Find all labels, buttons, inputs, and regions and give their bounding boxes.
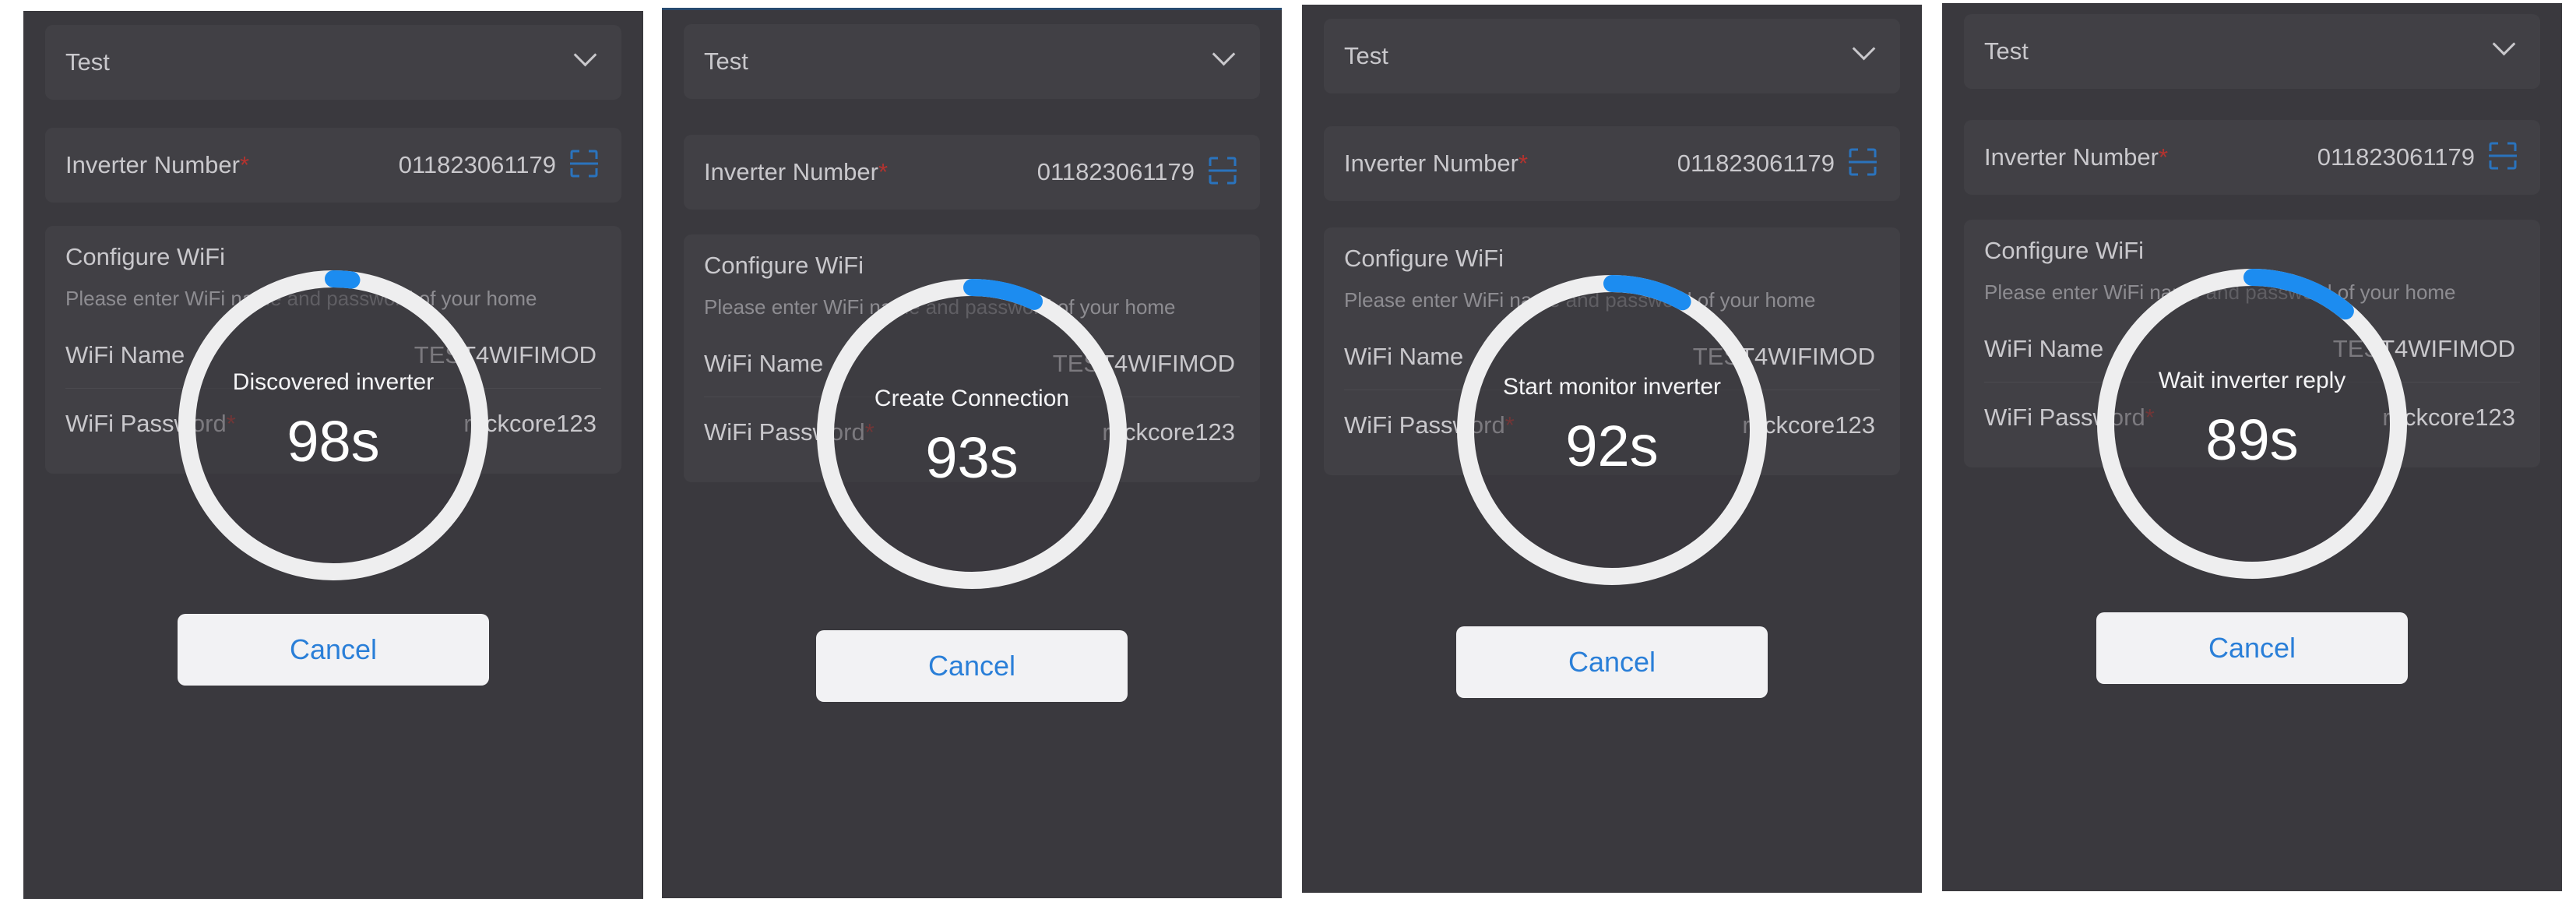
status-text: Start monitor inverter xyxy=(1502,374,1722,400)
required-mark: * xyxy=(878,158,889,185)
inverter-number-row: Inverter Number* 011823061179 xyxy=(45,128,621,203)
chevron-down-icon xyxy=(1212,42,1236,66)
inverter-number-row: Inverter Number* 011823061179 xyxy=(1964,120,2540,195)
device-select[interactable]: Test xyxy=(45,25,621,100)
inverter-number-label: Inverter Number xyxy=(704,158,878,185)
inverter-number-label: Inverter Number xyxy=(65,151,240,178)
wifi-name-label: WiFi Name xyxy=(65,341,185,368)
cancel-button[interactable]: Cancel xyxy=(2096,612,2408,684)
inverter-number-value: 011823061179 xyxy=(2317,143,2475,171)
wifi-name-label: WiFi Name xyxy=(1984,335,2104,362)
progress-dialog: Start monitor inverter 92s xyxy=(1456,274,1768,586)
device-select[interactable]: Test xyxy=(1964,14,2540,89)
scan-icon[interactable] xyxy=(1207,155,1238,186)
device-select-value: Test xyxy=(65,48,110,76)
status-text: Discovered inverter xyxy=(232,369,435,395)
configure-wifi-title: Configure WiFi xyxy=(1984,237,2144,264)
countdown-timer: 89s xyxy=(2205,407,2299,472)
chevron-down-icon xyxy=(1852,37,1876,61)
chevron-down-icon xyxy=(573,43,597,67)
inverter-number-row: Inverter Number* 011823061179 xyxy=(684,135,1260,210)
required-mark: * xyxy=(1518,150,1529,177)
progress-dialog: Wait inverter reply 89s xyxy=(2096,268,2408,580)
scan-icon[interactable] xyxy=(2487,140,2518,171)
progress-dialog: Discovered inverter 98s xyxy=(178,270,489,581)
required-mark: * xyxy=(2158,143,2169,171)
scan-icon[interactable] xyxy=(568,148,600,179)
screen-2: Test Inverter Number* 011823061179 Confi… xyxy=(662,8,1282,898)
inverter-number-value: 011823061179 xyxy=(1677,150,1835,177)
device-select-value: Test xyxy=(704,48,748,75)
configure-wifi-title: Configure WiFi xyxy=(1344,245,1504,272)
wifi-name-label: WiFi Name xyxy=(1344,343,1464,370)
countdown-timer: 98s xyxy=(287,409,380,474)
configure-wifi-title: Configure WiFi xyxy=(704,252,864,279)
device-select[interactable]: Test xyxy=(684,24,1260,99)
inverter-number-value: 011823061179 xyxy=(1036,158,1195,185)
device-select[interactable]: Test xyxy=(1324,19,1900,93)
cancel-button[interactable]: Cancel xyxy=(178,614,489,686)
screen-1: Test Inverter Number* 011823061179 Confi… xyxy=(23,11,643,899)
wifi-name-label: WiFi Name xyxy=(704,350,824,377)
progress-dialog: Create Connection 93s xyxy=(816,278,1128,590)
inverter-number-row: Inverter Number* 011823061179 xyxy=(1324,126,1900,201)
status-text: Create Connection xyxy=(874,386,1070,411)
cancel-button[interactable]: Cancel xyxy=(1456,626,1768,698)
cancel-button[interactable]: Cancel xyxy=(816,630,1128,702)
inverter-number-label: Inverter Number xyxy=(1984,143,2159,171)
countdown-timer: 93s xyxy=(925,425,1019,490)
status-text: Wait inverter reply xyxy=(2158,368,2346,393)
inverter-number-label: Inverter Number xyxy=(1344,150,1519,177)
inverter-number-value: 011823061179 xyxy=(398,151,556,178)
screen-3: Test Inverter Number* 011823061179 Confi… xyxy=(1302,5,1922,893)
device-select-value: Test xyxy=(1344,42,1388,69)
configure-wifi-title: Configure WiFi xyxy=(65,243,225,270)
scan-icon[interactable] xyxy=(1847,146,1878,178)
countdown-timer: 92s xyxy=(1565,414,1659,478)
device-select-value: Test xyxy=(1984,37,2029,65)
chevron-down-icon xyxy=(2492,32,2516,56)
required-mark: * xyxy=(239,151,250,178)
screen-4: Test Inverter Number* 011823061179 Confi… xyxy=(1942,3,2562,891)
